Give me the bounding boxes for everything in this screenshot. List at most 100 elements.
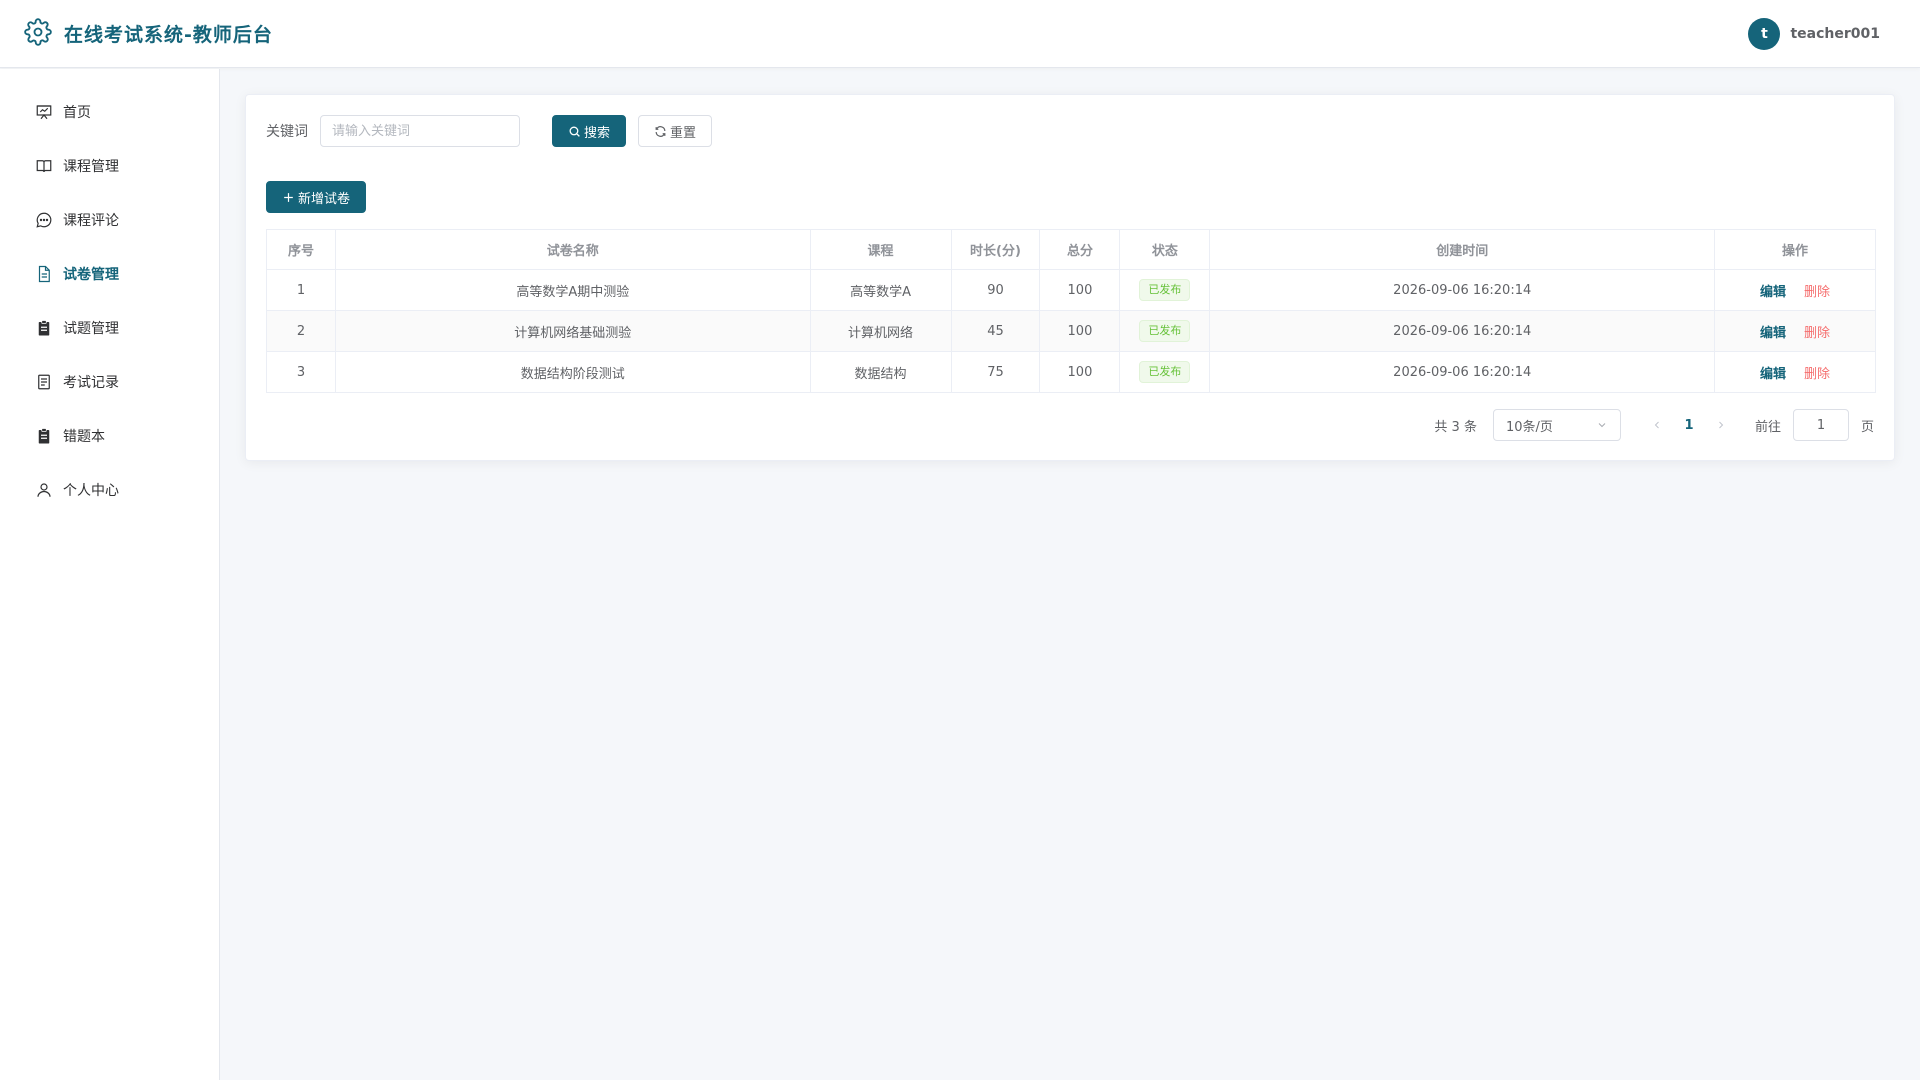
goto-page-input[interactable]	[1792, 409, 1849, 441]
status-badge: 已发布	[1139, 279, 1191, 301]
sidebar-item-wrong-questions[interactable]: 错题本	[0, 409, 219, 463]
sidebar-item-label: 错题本	[63, 429, 105, 445]
exam-paper-table: 序号 试卷名称 课程 时长(分) 总分 状态 创建时间 操作 1 高等数学A期中…	[266, 229, 1876, 393]
page-number-current[interactable]: 1	[1673, 409, 1705, 441]
cell-created: 2026-09-06 16:20:14	[1209, 351, 1716, 393]
user-menu[interactable]: t teacher001	[1748, 17, 1880, 50]
cell-score: 100	[1039, 351, 1121, 393]
column-header-score: 总分	[1039, 229, 1121, 270]
search-form: 关键词 搜索 重置	[266, 115, 713, 147]
notebook-icon	[35, 427, 53, 445]
edit-link[interactable]: 编辑	[1760, 363, 1786, 382]
column-header-index: 序号	[266, 229, 336, 270]
edit-link[interactable]: 编辑	[1760, 322, 1786, 341]
cell-index: 2	[266, 310, 336, 352]
prev-page-button[interactable]	[1641, 409, 1673, 441]
total-count: 共 3 条	[1434, 419, 1477, 435]
column-header-status: 状态	[1119, 229, 1211, 270]
status-badge: 已发布	[1139, 361, 1191, 383]
refresh-icon	[655, 125, 666, 137]
column-header-course: 课程	[809, 229, 952, 270]
table-row: 3 数据结构阶段测试 数据结构 75 100 已发布 2026-09-06 16…	[266, 351, 1876, 393]
cell-duration: 90	[950, 269, 1041, 311]
page-jumper: 前往 页	[1755, 409, 1874, 441]
column-header-name: 试卷名称	[334, 229, 811, 270]
edit-link[interactable]: 编辑	[1760, 281, 1786, 300]
cell-actions: 编辑 删除	[1714, 310, 1876, 352]
cell-created: 2026-09-06 16:20:14	[1209, 269, 1716, 311]
sidebar-item-label: 课程管理	[63, 159, 119, 175]
cell-status: 已发布	[1119, 269, 1211, 311]
search-button[interactable]: 搜索	[552, 115, 627, 147]
column-header-actions: 操作	[1714, 229, 1876, 270]
column-header-created: 创建时间	[1209, 229, 1716, 270]
username[interactable]: teacher001	[1790, 26, 1880, 42]
sidebar-item-label: 个人中心	[63, 483, 119, 499]
document-icon	[35, 265, 53, 283]
reset-button-label: 重置	[670, 125, 697, 141]
app-title: 在线考试系统-教师后台	[64, 24, 273, 46]
sidebar-item-label: 首页	[63, 105, 91, 121]
sidebar: 首页 课程管理 课程评论 试卷管理 试题管理 考试记录 错题本 个人中心	[0, 69, 220, 1080]
chevron-left-icon	[1654, 421, 1659, 429]
exam-paper-panel: 关键词 搜索 重置 新增试卷 序号 试卷名称 课程 时长(分) 总分	[245, 94, 1895, 461]
table-header-row: 序号 试卷名称 课程 时长(分) 总分 状态 创建时间 操作	[266, 229, 1876, 270]
cell-name: 计算机网络基础测验	[334, 310, 811, 352]
next-page-button[interactable]	[1705, 409, 1737, 441]
table-row: 1 高等数学A期中测验 高等数学A 90 100 已发布 2026-09-06 …	[266, 269, 1876, 311]
sidebar-item-label: 考试记录	[63, 375, 119, 391]
sidebar-item-label: 试卷管理	[63, 267, 119, 283]
cell-actions: 编辑 删除	[1714, 269, 1876, 311]
chat-icon	[35, 211, 53, 229]
page-size-value: 10条/页	[1505, 419, 1553, 435]
cell-score: 100	[1039, 269, 1121, 311]
goto-label: 前往	[1754, 419, 1781, 435]
cell-course: 数据结构	[809, 351, 952, 393]
cell-score: 100	[1039, 310, 1121, 352]
sidebar-item-exam-paper-management[interactable]: 试卷管理	[0, 247, 219, 301]
sidebar-item-label: 试题管理	[63, 321, 119, 337]
avatar[interactable]: t	[1748, 17, 1781, 50]
toolbar: 新增试卷	[266, 181, 367, 213]
delete-link[interactable]: 删除	[1804, 363, 1830, 382]
sidebar-item-profile[interactable]: 个人中心	[0, 463, 219, 517]
top-header: 在线考试系统-教师后台 t teacher001	[0, 0, 1920, 68]
cell-created: 2026-09-06 16:20:14	[1209, 310, 1716, 352]
cell-duration: 75	[950, 351, 1041, 393]
sidebar-item-question-management[interactable]: 试题管理	[0, 301, 219, 355]
delete-link[interactable]: 删除	[1804, 322, 1830, 341]
user-icon	[35, 481, 53, 499]
page-size-select[interactable]: 10条/页	[1492, 409, 1621, 441]
cell-course: 计算机网络	[809, 310, 952, 352]
pagination: 共 3 条 10条/页 1 前往 页	[1434, 409, 1874, 441]
add-exam-paper-button[interactable]: 新增试卷	[266, 181, 367, 213]
column-header-duration: 时长(分)	[950, 229, 1041, 270]
reset-button[interactable]: 重置	[638, 115, 713, 147]
sidebar-item-home[interactable]: 首页	[0, 85, 219, 139]
gear-icon	[24, 17, 52, 50]
sidebar-item-course-management[interactable]: 课程管理	[0, 139, 219, 193]
table-row: 2 计算机网络基础测验 计算机网络 45 100 已发布 2026-09-06 …	[266, 310, 1876, 352]
cell-status: 已发布	[1119, 310, 1211, 352]
page-suffix: 页	[1860, 419, 1874, 435]
chevron-right-icon	[1719, 421, 1724, 429]
book-icon	[35, 157, 53, 175]
dashboard-icon	[35, 103, 53, 121]
keyword-label: 关键词	[266, 124, 308, 140]
cell-duration: 45	[950, 310, 1041, 352]
search-icon	[569, 126, 580, 137]
clipboard-icon	[35, 319, 53, 337]
cell-status: 已发布	[1119, 351, 1211, 393]
cell-name: 数据结构阶段测试	[334, 351, 811, 393]
cell-index: 3	[266, 351, 336, 393]
plus-icon	[284, 192, 293, 202]
delete-link[interactable]: 删除	[1804, 281, 1830, 300]
sidebar-item-course-comments[interactable]: 课程评论	[0, 193, 219, 247]
cell-actions: 编辑 删除	[1714, 351, 1876, 393]
record-icon	[35, 373, 53, 391]
cell-course: 高等数学A	[809, 269, 952, 311]
sidebar-item-exam-records[interactable]: 考试记录	[0, 355, 219, 409]
cell-index: 1	[266, 269, 336, 311]
brand: 在线考试系统-教师后台	[24, 17, 273, 50]
keyword-input[interactable]	[320, 115, 520, 147]
